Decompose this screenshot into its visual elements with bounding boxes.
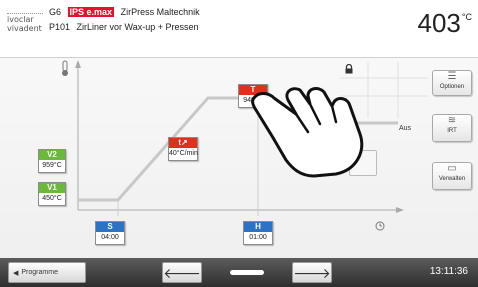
- temperature-value: 403: [417, 8, 461, 38]
- clock-time: 13:11:36: [429, 266, 468, 277]
- irt-status-label: Aus: [399, 125, 412, 132]
- program-description: ZirLiner vor Wax-up + Pressen: [76, 22, 199, 32]
- hold-time-param-button[interactable]: H 01:00: [243, 221, 273, 245]
- options-button[interactable]: ☰ Optionen: [432, 70, 472, 96]
- heat-rate-label: t↗: [169, 138, 197, 148]
- v2-label: V2: [39, 150, 65, 160]
- v2-param-button[interactable]: V2 959°C: [38, 149, 66, 173]
- v1-param-button[interactable]: V1 450°C: [38, 182, 66, 206]
- current-temperature: 403 °C: [418, 10, 473, 36]
- y-axis-arrow: [75, 60, 81, 68]
- stand-time-value: 04:00: [101, 234, 119, 241]
- v1-label: V1: [39, 183, 65, 193]
- v1-value: 450°C: [42, 195, 62, 202]
- irt-button[interactable]: ≋ IRT: [432, 114, 472, 142]
- thermometer-icon: [62, 60, 68, 76]
- brand-label: IPS e.max: [67, 7, 115, 17]
- program-title-line: G6 IPS e.max ZirPress Maltechnik: [49, 7, 204, 17]
- header-bar: ivoclar vivadent G6 IPS e.max ZirPress M…: [0, 0, 478, 58]
- right-arrow-icon: 🡒: [293, 264, 331, 281]
- hold-time-value: 01:00: [249, 234, 267, 241]
- program-name: ZirPress Maltechnik: [120, 7, 200, 17]
- page-indicator: [230, 270, 264, 275]
- heat-rate-value: 40°C/min: [169, 150, 198, 157]
- clock-icon: [375, 221, 385, 231]
- x-axis-arrow: [396, 207, 404, 213]
- manage-label: Verwalten: [438, 176, 466, 182]
- programs-label: Programme: [21, 269, 58, 276]
- program-group: G6: [49, 7, 62, 17]
- temperature-unit: °C: [461, 12, 472, 22]
- stand-time-label: S: [96, 222, 124, 232]
- irt-icon: ≋: [447, 115, 457, 126]
- forward-button[interactable]: 🡒: [292, 262, 332, 283]
- options-icon: ☰: [447, 71, 457, 82]
- options-label: Optionen: [439, 84, 465, 90]
- back-button[interactable]: 🡐: [162, 262, 202, 283]
- left-arrow-icon: 🡐: [163, 264, 201, 281]
- logo-line-2: vivadent: [7, 24, 42, 33]
- furnace-screen: ivoclar vivadent G6 IPS e.max ZirPress M…: [0, 0, 478, 287]
- hold-time-label: H: [244, 222, 272, 232]
- program-number: P101: [49, 22, 71, 32]
- stand-time-param-button[interactable]: S 04:00: [95, 221, 125, 245]
- v2-value: 959°C: [42, 162, 62, 169]
- programs-button[interactable]: ◀ Programme: [8, 262, 86, 283]
- logo-line-1: ivoclar: [7, 13, 43, 24]
- manage-button[interactable]: ▭ Verwalten: [432, 162, 472, 190]
- firing-curve-area: V2 959°C V1 450°C t↗ 40°C/min T 940°C S …: [0, 58, 478, 258]
- ivoclar-logo: ivoclar vivadent: [7, 13, 43, 33]
- heat-rate-param-button[interactable]: t↗ 40°C/min: [168, 137, 198, 161]
- irt-label: IRT: [447, 128, 457, 134]
- pointing-hand-icon: [251, 87, 364, 178]
- footer-bar: ◀ Programme 🡐 🡒 13:11:36: [0, 258, 478, 287]
- programs-arrow-icon: ◀: [13, 269, 19, 277]
- program-description-line: P101 ZirLiner vor Wax-up + Pressen: [49, 22, 203, 32]
- folder-icon: ▭: [447, 163, 457, 174]
